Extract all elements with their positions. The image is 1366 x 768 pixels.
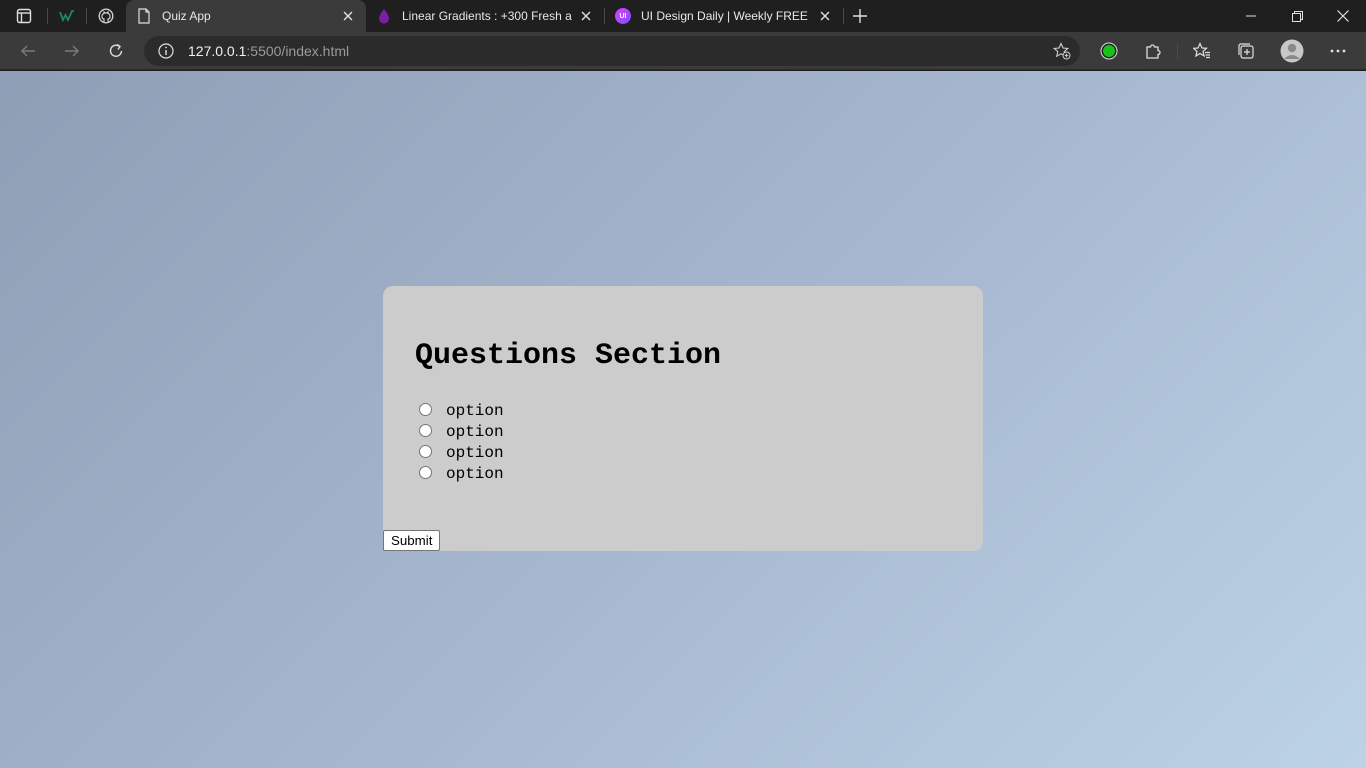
extension-button[interactable]	[1093, 36, 1125, 66]
tab-ui-design-daily[interactable]: UI UI Design Daily | Weekly FREE UI	[605, 0, 843, 32]
restore-icon	[1291, 10, 1303, 22]
tab-strip: Quiz App Linear Gradients : +300 Fresh a…	[0, 0, 1366, 32]
divider	[843, 8, 844, 24]
tab-linear-gradients[interactable]: Linear Gradients : +300 Fresh an	[366, 0, 604, 32]
droplet-icon	[376, 8, 392, 24]
close-tab-icon[interactable]	[817, 8, 833, 24]
minimize-button[interactable]	[1228, 0, 1274, 32]
quiz-card: Questions Section option option option o…	[383, 286, 983, 551]
minimize-icon	[1246, 15, 1256, 17]
puzzle-icon	[1146, 44, 1161, 59]
divider	[86, 8, 87, 24]
close-tab-icon[interactable]	[578, 8, 594, 24]
quiz-heading: Questions Section	[415, 339, 722, 373]
close-window-button[interactable]	[1320, 0, 1366, 32]
option-item[interactable]: option	[419, 463, 504, 484]
tab-actions-button[interactable]	[10, 6, 38, 26]
restore-button[interactable]	[1274, 0, 1320, 32]
forward-button[interactable]	[56, 36, 88, 66]
favorites-icon	[1193, 42, 1210, 59]
address-bar[interactable]: 127.0.0.1:5500/index.html	[144, 36, 1080, 66]
arrow-right-icon	[65, 45, 79, 57]
url-text: 127.0.0.1:5500/index.html	[188, 43, 349, 59]
divider	[1177, 43, 1178, 59]
pinned-tab-webflow[interactable]	[53, 4, 81, 28]
option-radio[interactable]	[419, 445, 432, 458]
page-viewport: Questions Section option option option o…	[0, 71, 1366, 768]
profile-button[interactable]	[1276, 36, 1308, 66]
back-button[interactable]	[12, 36, 44, 66]
divider	[47, 8, 48, 24]
url-host: 127.0.0.1	[188, 43, 247, 59]
tab-title: Linear Gradients : +300 Fresh an	[402, 9, 572, 23]
option-label[interactable]: option	[446, 444, 504, 462]
options-list: option option option option	[419, 400, 504, 484]
github-icon	[98, 8, 114, 24]
favorites-button[interactable]	[1186, 36, 1218, 66]
option-radio[interactable]	[419, 466, 432, 479]
option-item[interactable]: option	[419, 421, 504, 442]
page-icon	[136, 8, 152, 24]
tab-actions-icon	[16, 8, 32, 24]
option-item[interactable]: option	[419, 400, 504, 421]
ui-icon: UI	[615, 8, 631, 24]
more-icon	[1330, 49, 1346, 53]
pinned-tab-github[interactable]	[92, 4, 120, 28]
extensions-button[interactable]	[1137, 36, 1169, 66]
close-icon	[1337, 10, 1349, 22]
info-icon[interactable]	[157, 42, 175, 60]
option-label[interactable]: option	[446, 465, 504, 483]
menu-button[interactable]	[1322, 36, 1354, 66]
tab-title: UI Design Daily | Weekly FREE UI	[641, 9, 811, 23]
collections-button[interactable]	[1230, 36, 1262, 66]
option-radio[interactable]	[419, 424, 432, 437]
option-radio[interactable]	[419, 403, 432, 416]
submit-button[interactable]: Submit	[383, 530, 441, 551]
url-path: :5500/index.html	[246, 43, 350, 59]
refresh-icon	[109, 43, 123, 57]
status-dot-icon	[1100, 42, 1118, 60]
browser-toolbar: 127.0.0.1:5500/index.html	[0, 32, 1366, 70]
tab-quiz-app[interactable]: Quiz App	[126, 0, 366, 32]
ui-favicon-badge: UI	[615, 8, 631, 24]
option-label[interactable]: option	[446, 423, 504, 441]
collections-icon	[1238, 43, 1254, 59]
add-favorite-icon[interactable]	[1052, 41, 1072, 61]
plus-icon	[853, 9, 867, 23]
refresh-button[interactable]	[100, 36, 132, 66]
arrow-left-icon	[21, 45, 35, 57]
webflow-icon	[59, 10, 74, 23]
new-tab-button[interactable]	[848, 5, 872, 27]
tab-title: Quiz App	[162, 9, 211, 23]
close-tab-icon[interactable]	[340, 8, 356, 24]
option-item[interactable]: option	[419, 442, 504, 463]
avatar-icon	[1280, 39, 1304, 63]
option-label[interactable]: option	[446, 402, 504, 420]
